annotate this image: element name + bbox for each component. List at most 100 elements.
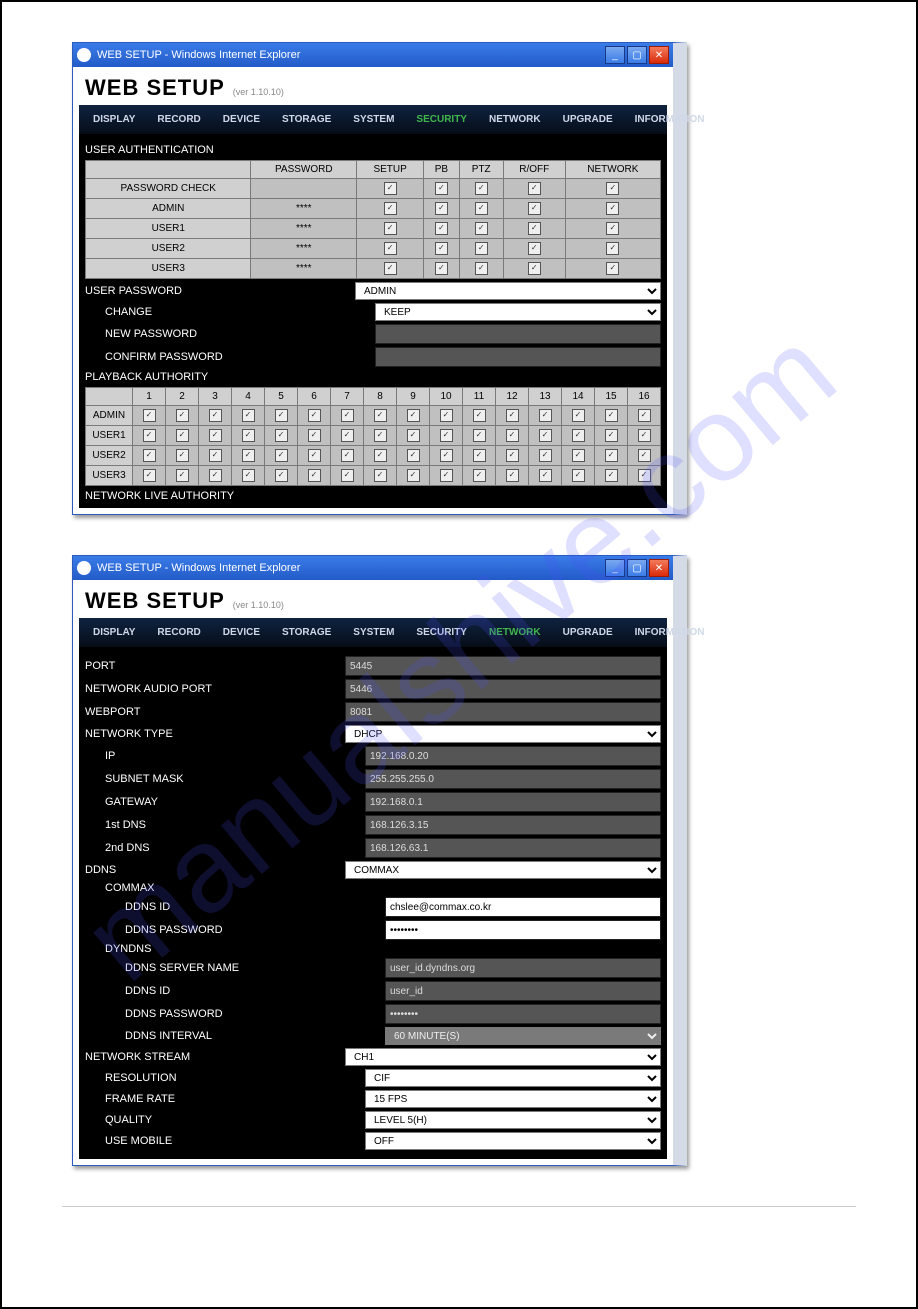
- close-button[interactable]: ✕: [649, 559, 669, 577]
- net-input-subnet-mask[interactable]: [365, 769, 661, 789]
- auth-checkbox[interactable]: [475, 222, 488, 235]
- pb-checkbox[interactable]: [143, 469, 156, 482]
- minimize-button[interactable]: _: [605, 46, 625, 64]
- pb-checkbox[interactable]: [605, 469, 618, 482]
- net-input-ip[interactable]: [365, 746, 661, 766]
- auth-checkbox[interactable]: [384, 242, 397, 255]
- pb-checkbox[interactable]: [440, 449, 453, 462]
- pb-checkbox[interactable]: [605, 409, 618, 422]
- tab-security[interactable]: SECURITY: [406, 622, 477, 643]
- pb-checkbox[interactable]: [407, 449, 420, 462]
- net-input-port[interactable]: [345, 656, 661, 676]
- net-input-ddns-password[interactable]: [385, 1004, 661, 1024]
- confirm-password-input[interactable]: [375, 347, 661, 367]
- auth-checkbox[interactable]: [475, 202, 488, 215]
- auth-checkbox[interactable]: [384, 182, 397, 195]
- pb-checkbox[interactable]: [638, 449, 651, 462]
- auth-checkbox[interactable]: [528, 222, 541, 235]
- auth-checkbox[interactable]: [384, 222, 397, 235]
- auth-checkbox[interactable]: [528, 182, 541, 195]
- pb-checkbox[interactable]: [176, 449, 189, 462]
- pb-checkbox[interactable]: [341, 429, 354, 442]
- pb-checkbox[interactable]: [275, 409, 288, 422]
- pb-checkbox[interactable]: [209, 429, 222, 442]
- pb-checkbox[interactable]: [341, 409, 354, 422]
- net-input-ddns-password[interactable]: [385, 920, 661, 940]
- pb-checkbox[interactable]: [473, 409, 486, 422]
- pb-checkbox[interactable]: [275, 429, 288, 442]
- pb-checkbox[interactable]: [308, 449, 321, 462]
- tab-information[interactable]: INFORMATION: [625, 622, 715, 643]
- pb-checkbox[interactable]: [605, 429, 618, 442]
- net-input-ddns-id[interactable]: [385, 981, 661, 1001]
- net-select-ddns-interval[interactable]: 60 MINUTE(S): [385, 1027, 661, 1045]
- auth-checkbox[interactable]: [475, 182, 488, 195]
- pb-checkbox[interactable]: [572, 449, 585, 462]
- pb-checkbox[interactable]: [539, 449, 552, 462]
- net-input-2nd-dns[interactable]: [365, 838, 661, 858]
- pb-checkbox[interactable]: [341, 449, 354, 462]
- pb-checkbox[interactable]: [473, 449, 486, 462]
- tab-security[interactable]: SECURITY: [406, 109, 477, 130]
- close-button[interactable]: ✕: [649, 46, 669, 64]
- tab-storage[interactable]: STORAGE: [272, 622, 341, 643]
- pb-checkbox[interactable]: [407, 429, 420, 442]
- change-select[interactable]: KEEP: [375, 303, 661, 321]
- pb-checkbox[interactable]: [407, 409, 420, 422]
- tab-device[interactable]: DEVICE: [213, 109, 270, 130]
- auth-checkbox[interactable]: [606, 182, 619, 195]
- tab-upgrade[interactable]: UPGRADE: [553, 109, 623, 130]
- pb-checkbox[interactable]: [209, 449, 222, 462]
- tab-device[interactable]: DEVICE: [213, 622, 270, 643]
- pb-checkbox[interactable]: [539, 429, 552, 442]
- pb-checkbox[interactable]: [374, 449, 387, 462]
- tab-network[interactable]: NETWORK: [479, 622, 551, 643]
- pb-checkbox[interactable]: [308, 469, 321, 482]
- pb-checkbox[interactable]: [539, 409, 552, 422]
- pb-checkbox[interactable]: [176, 469, 189, 482]
- pb-checkbox[interactable]: [143, 409, 156, 422]
- pb-checkbox[interactable]: [539, 469, 552, 482]
- pb-checkbox[interactable]: [242, 409, 255, 422]
- tab-record[interactable]: RECORD: [147, 109, 210, 130]
- tab-upgrade[interactable]: UPGRADE: [553, 622, 623, 643]
- new-password-input[interactable]: [375, 324, 661, 344]
- maximize-button[interactable]: ▢: [627, 559, 647, 577]
- pb-checkbox[interactable]: [473, 469, 486, 482]
- net-input-gateway[interactable]: [365, 792, 661, 812]
- pb-checkbox[interactable]: [242, 449, 255, 462]
- pb-checkbox[interactable]: [374, 409, 387, 422]
- pb-checkbox[interactable]: [638, 409, 651, 422]
- pb-checkbox[interactable]: [440, 469, 453, 482]
- pb-checkbox[interactable]: [638, 469, 651, 482]
- auth-checkbox[interactable]: [475, 242, 488, 255]
- pb-checkbox[interactable]: [209, 469, 222, 482]
- pb-checkbox[interactable]: [506, 469, 519, 482]
- pb-checkbox[interactable]: [209, 409, 222, 422]
- pb-checkbox[interactable]: [275, 469, 288, 482]
- pb-checkbox[interactable]: [473, 429, 486, 442]
- auth-checkbox[interactable]: [475, 262, 488, 275]
- tab-information[interactable]: INFORMATION: [625, 109, 715, 130]
- pb-checkbox[interactable]: [341, 469, 354, 482]
- auth-checkbox[interactable]: [435, 202, 448, 215]
- net-select-ddns[interactable]: COMMAX: [345, 861, 661, 879]
- tab-storage[interactable]: STORAGE: [272, 109, 341, 130]
- tab-network[interactable]: NETWORK: [479, 109, 551, 130]
- auth-checkbox[interactable]: [606, 222, 619, 235]
- auth-checkbox[interactable]: [384, 262, 397, 275]
- maximize-button[interactable]: ▢: [627, 46, 647, 64]
- tab-system[interactable]: SYSTEM: [343, 622, 404, 643]
- pb-checkbox[interactable]: [143, 429, 156, 442]
- pb-checkbox[interactable]: [506, 449, 519, 462]
- net-input-ddns-id[interactable]: [385, 897, 661, 917]
- auth-checkbox[interactable]: [435, 222, 448, 235]
- pb-checkbox[interactable]: [176, 409, 189, 422]
- pb-checkbox[interactable]: [143, 449, 156, 462]
- auth-checkbox[interactable]: [435, 262, 448, 275]
- net-select-quality[interactable]: LEVEL 5(H): [365, 1111, 661, 1129]
- pb-checkbox[interactable]: [440, 409, 453, 422]
- auth-checkbox[interactable]: [606, 262, 619, 275]
- auth-checkbox[interactable]: [435, 242, 448, 255]
- net-input-network-audio-port[interactable]: [345, 679, 661, 699]
